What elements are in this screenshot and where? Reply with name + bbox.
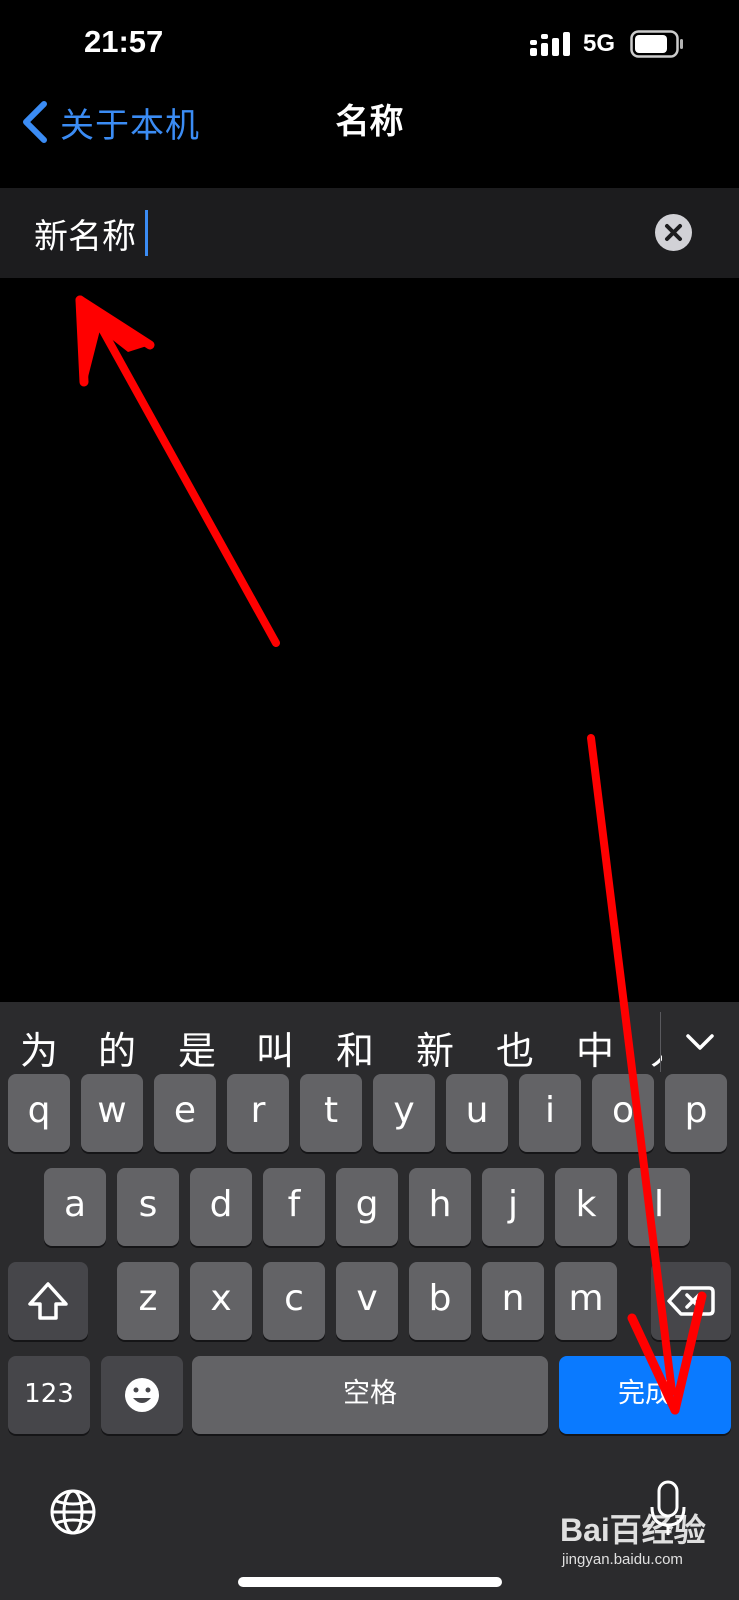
emoji-key[interactable] xyxy=(101,1356,183,1434)
shift-icon xyxy=(28,1282,68,1320)
key-e[interactable]: e xyxy=(154,1074,216,1152)
key-i[interactable]: i xyxy=(519,1074,581,1152)
status-bar: 21:57 5G xyxy=(0,0,739,84)
key-b[interactable]: b xyxy=(409,1262,471,1340)
key-z[interactable]: z xyxy=(117,1262,179,1340)
key-s[interactable]: s xyxy=(117,1168,179,1246)
key-k[interactable]: k xyxy=(555,1168,617,1246)
clear-text-button[interactable] xyxy=(655,214,692,251)
key-a[interactable]: a xyxy=(44,1168,106,1246)
back-button[interactable]: 关于本机 xyxy=(20,92,200,152)
status-time: 21:57 xyxy=(84,24,164,59)
done-key[interactable]: 完成 xyxy=(559,1356,731,1434)
chevron-left-icon xyxy=(23,101,47,143)
key-f[interactable]: f xyxy=(263,1168,325,1246)
globe-icon[interactable] xyxy=(48,1487,98,1537)
screen: 21:57 5G 关于本机 名称 新名称 为 的 是 叫 和 新 也 中 q w… xyxy=(0,0,739,1600)
candidate-item[interactable]: 中 xyxy=(576,1020,614,1075)
candidate-item[interactable]: 为 xyxy=(20,1020,58,1075)
key-h[interactable]: h xyxy=(409,1168,471,1246)
key-m[interactable]: m xyxy=(555,1262,617,1340)
emoji-icon xyxy=(125,1378,159,1412)
candidate-item[interactable]: 和 xyxy=(336,1020,374,1075)
key-n[interactable]: n xyxy=(482,1262,544,1340)
watermark-site: jingyan.baidu.com xyxy=(562,1551,683,1568)
delete-key[interactable] xyxy=(651,1262,731,1340)
key-x[interactable]: x xyxy=(190,1262,252,1340)
candidate-divider xyxy=(660,1012,661,1072)
key-v[interactable]: v xyxy=(336,1262,398,1340)
back-label: 关于本机 xyxy=(60,105,200,146)
battery-icon xyxy=(630,30,683,58)
signal-icon xyxy=(530,32,570,56)
key-y[interactable]: y xyxy=(373,1074,435,1152)
key-p[interactable]: p xyxy=(665,1074,727,1152)
close-icon xyxy=(665,224,682,241)
key-o[interactable]: o xyxy=(592,1074,654,1152)
candidate-item[interactable]: 叫 xyxy=(256,1020,294,1075)
space-key[interactable]: 空格 xyxy=(192,1356,548,1434)
name-input[interactable] xyxy=(34,206,634,260)
key-q[interactable]: q xyxy=(8,1074,70,1152)
key-g[interactable]: g xyxy=(336,1168,398,1246)
network-label: 5G xyxy=(583,30,616,57)
key-r[interactable]: r xyxy=(227,1074,289,1152)
watermark-brand: Bai百经验 xyxy=(560,1512,706,1548)
home-indicator xyxy=(238,1577,502,1587)
name-field-row xyxy=(0,188,739,278)
key-t[interactable]: t xyxy=(300,1074,362,1152)
text-caret xyxy=(145,210,148,256)
arrow-to-name-field xyxy=(75,295,280,647)
baidu-jingyan-watermark: Bai百经验 jingyan.baidu.com xyxy=(560,1505,730,1585)
candidate-item[interactable]: 是 xyxy=(178,1020,216,1075)
key-j[interactable]: j xyxy=(482,1168,544,1246)
numbers-key[interactable]: 123 xyxy=(8,1356,90,1434)
candidate-item[interactable]: 的 xyxy=(98,1020,136,1075)
candidate-item[interactable]: 新 xyxy=(416,1020,454,1075)
shift-key[interactable] xyxy=(8,1262,88,1340)
chevron-down-icon[interactable] xyxy=(680,1022,720,1062)
key-c[interactable]: c xyxy=(263,1262,325,1340)
key-u[interactable]: u xyxy=(446,1074,508,1152)
key-l[interactable]: l xyxy=(628,1168,690,1246)
key-d[interactable]: d xyxy=(190,1168,252,1246)
backspace-icon xyxy=(667,1286,715,1316)
key-w[interactable]: w xyxy=(81,1074,143,1152)
nav-bar: 关于本机 名称 xyxy=(0,84,739,184)
candidate-item[interactable]: 也 xyxy=(496,1020,534,1075)
